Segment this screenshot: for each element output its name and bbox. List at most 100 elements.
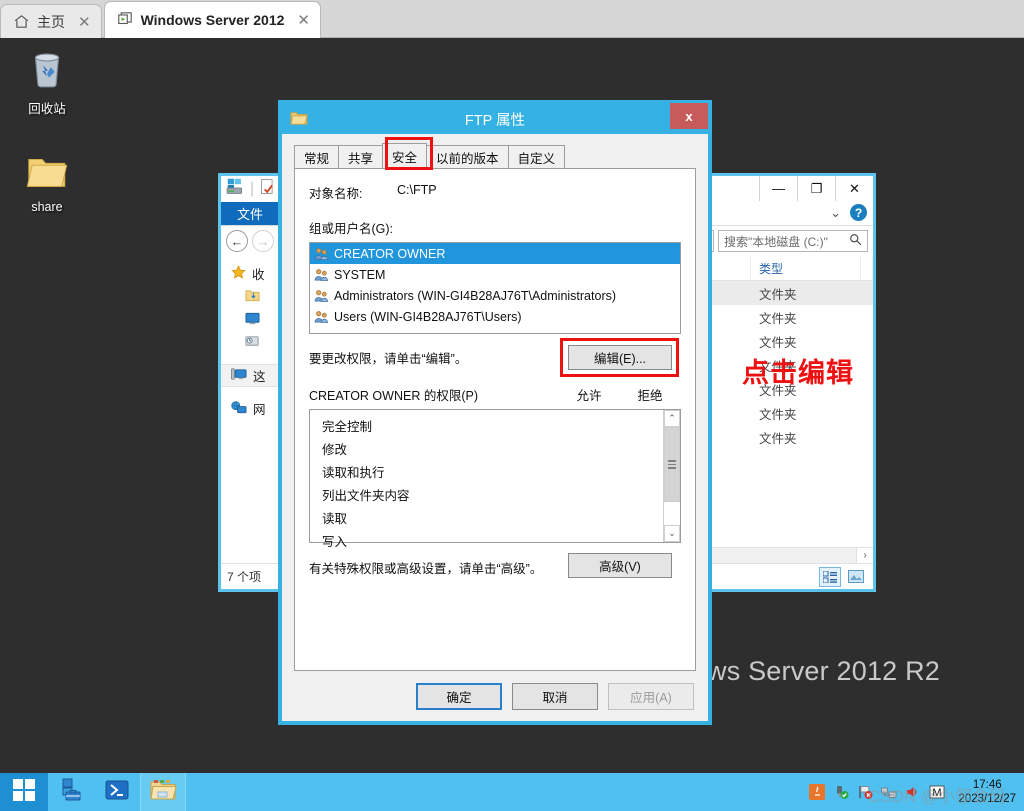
browser-tab-bar: 主页 ✕ Windows Server 2012 ✕ <box>0 0 1024 38</box>
star-icon <box>231 264 246 283</box>
download-folder-icon <box>245 288 260 306</box>
permission-label: 读取和执行 <box>322 466 385 480</box>
sidebar-item-label: 这 <box>253 370 266 384</box>
maximize-button[interactable]: ❐ <box>797 176 835 201</box>
list-item[interactable]: CREATOR OWNER <box>310 243 680 264</box>
cancel-button[interactable]: 取消 <box>512 682 598 710</box>
cell-type: 文件夹 <box>759 431 797 446</box>
forward-button[interactable]: → <box>252 230 274 252</box>
help-icon[interactable]: ? <box>850 204 867 221</box>
browser-tab-windows-server[interactable]: Windows Server 2012 ✕ <box>103 1 321 38</box>
apply-button[interactable]: 应用(A) <box>608 682 694 710</box>
flag-action-center-icon[interactable] <box>856 784 873 801</box>
search-input[interactable]: 搜索"本地磁盘 (C:)" <box>718 230 868 252</box>
server-manager-icon <box>58 777 84 808</box>
cell-type: 文件夹 <box>759 311 797 326</box>
dialog-close-button[interactable]: x <box>670 103 708 129</box>
explorer-app-icon <box>226 178 245 200</box>
scroll-up-arrow-icon[interactable]: ⌃ <box>664 410 680 427</box>
scrollbar-thumb[interactable] <box>664 427 680 503</box>
dialog-titlebar[interactable]: FTP 属性 x <box>282 103 708 134</box>
group-or-user-list[interactable]: CREATOR OWNER SYSTEM Administrators (WIN… <box>309 242 681 334</box>
tab-customize[interactable]: 自定义 <box>507 145 566 168</box>
dialog-footer: 确定 取消 应用(A) <box>282 671 708 721</box>
desktop[interactable]: 回收站 share ndows Server 2012 R2 | — ❐ ✕ 文… <box>0 38 1024 773</box>
scroll-down-arrow-icon[interactable]: ⌄ <box>664 525 680 542</box>
system-tray[interactable]: M 17:46 2023/12/27 <box>808 773 1024 811</box>
browser-tab-home[interactable]: 主页 ✕ <box>0 4 102 38</box>
explorer-window-controls: — ❐ ✕ <box>759 176 873 202</box>
taskbar-button-server-manager[interactable] <box>48 773 94 811</box>
permissions-list[interactable]: 完全控制 修改 读取和执行 列出文件夹内容 读取 写入 ⌃ ⌄ <box>309 409 681 549</box>
scrollbar-track[interactable] <box>664 427 680 525</box>
cell-type: 文件夹 <box>759 407 797 422</box>
advanced-button[interactable]: 高级(V) <box>568 553 672 578</box>
large-icons-view-button[interactable] <box>845 567 867 587</box>
tab-previous-versions[interactable]: 以前的版本 <box>426 145 509 168</box>
list-item[interactable]: 列出文件夹内容 <box>310 483 663 506</box>
sidebar-item-label: 收 <box>252 268 265 282</box>
annotation-click-edit: 点击编辑 <box>742 358 854 389</box>
volume-icon[interactable] <box>904 784 921 801</box>
column-header-type[interactable]: 类型 <box>751 256 861 280</box>
close-icon[interactable]: ✕ <box>297 11 310 29</box>
chevron-down-icon[interactable]: ⌄ <box>830 205 841 221</box>
scroll-right-arrow-icon[interactable]: › <box>856 548 873 563</box>
ribbon-tab-file[interactable]: 文件 <box>221 202 279 225</box>
list-item-label: Administrators (WIN-GI4B28AJ76T\Administ… <box>334 288 617 303</box>
close-icon[interactable]: ✕ <box>78 13 91 31</box>
tab-general[interactable]: 常规 <box>294 145 340 168</box>
taskbar-clock[interactable]: 17:46 2023/12/27 <box>952 778 1016 806</box>
object-name-value: C:\FTP <box>397 183 437 197</box>
list-item[interactable]: Users (WIN-GI4B28AJ76T\Users) <box>310 306 680 327</box>
list-item[interactable]: 读取 <box>310 506 663 529</box>
minimize-button[interactable]: — <box>759 176 797 201</box>
list-item[interactable]: 修改 <box>310 437 663 460</box>
permissions-header-label: CREATOR OWNER 的权限(P) <box>309 389 478 403</box>
close-button[interactable]: ✕ <box>835 176 873 201</box>
list-item[interactable]: SYSTEM <box>310 264 680 285</box>
quick-access-toolbar: | <box>221 178 277 201</box>
search-value: 搜索"本地磁盘 (C:)" <box>724 234 828 249</box>
clock-time: 17:46 <box>972 779 1002 791</box>
details-view-button[interactable] <box>819 566 841 587</box>
permissions-rows: 完全控制 修改 读取和执行 列出文件夹内容 读取 写入 <box>310 410 663 549</box>
taskbar[interactable]: M 17:46 2023/12/27 CSDN @小邹会码 <box>0 773 1024 811</box>
recycle-bin-icon <box>34 53 60 88</box>
cell-type: 文件夹 <box>759 335 797 350</box>
desktop-icon-share[interactable]: share <box>8 148 86 214</box>
ime-icon[interactable]: M <box>928 784 945 801</box>
usb-safe-remove-icon[interactable] <box>832 784 849 801</box>
list-item[interactable]: Administrators (WIN-GI4B28AJ76T\Administ… <box>310 285 680 306</box>
java-icon[interactable] <box>808 784 825 801</box>
column-header-size[interactable] <box>861 256 873 280</box>
tab-sharing[interactable]: 共享 <box>338 145 384 168</box>
network-icon[interactable] <box>880 784 897 801</box>
properties-icon[interactable] <box>259 178 277 201</box>
list-item[interactable]: 完全控制 <box>310 414 663 437</box>
dialog-tabstrip[interactable]: 常规 共享 安全 以前的版本 自定义 <box>282 137 708 170</box>
folder-icon <box>26 159 68 187</box>
permissions-header-row: CREATOR OWNER 的权限(P) 允许 拒绝 <box>309 385 681 404</box>
desktop-icon-recycle-bin[interactable]: 回收站 <box>8 46 86 117</box>
group-list-label: 组或用户名(G): <box>309 222 394 236</box>
taskbar-button-powershell[interactable] <box>94 773 140 811</box>
list-item[interactable]: 写入 <box>310 529 663 552</box>
file-explorer-icon <box>149 778 177 807</box>
taskbar-button-file-explorer[interactable] <box>140 773 186 811</box>
scrollbar-grip-icon <box>668 458 676 471</box>
list-item-label: Users (WIN-GI4B28AJ76T\Users) <box>334 309 522 324</box>
ftp-properties-dialog[interactable]: FTP 属性 x 常规 共享 安全 以前的版本 自定义 对象名称: C:\FTP… <box>278 100 712 725</box>
folder-icon <box>290 110 308 131</box>
list-item[interactable]: 读取和执行 <box>310 460 663 483</box>
item-count-label: 7 个项 <box>227 570 262 584</box>
start-button[interactable] <box>0 773 48 811</box>
svg-text:M: M <box>932 787 941 799</box>
object-name-label: 对象名称: <box>309 187 363 201</box>
tab-security[interactable]: 安全 <box>382 143 428 168</box>
back-button[interactable]: ← <box>226 230 248 252</box>
permission-label: 修改 <box>322 443 348 457</box>
ok-button[interactable]: 确定 <box>416 682 502 710</box>
permissions-scrollbar[interactable]: ⌃ ⌄ <box>663 410 680 542</box>
security-tab-panel: 对象名称: C:\FTP 组或用户名(G): CREATOR OWNER SYS… <box>294 168 696 671</box>
